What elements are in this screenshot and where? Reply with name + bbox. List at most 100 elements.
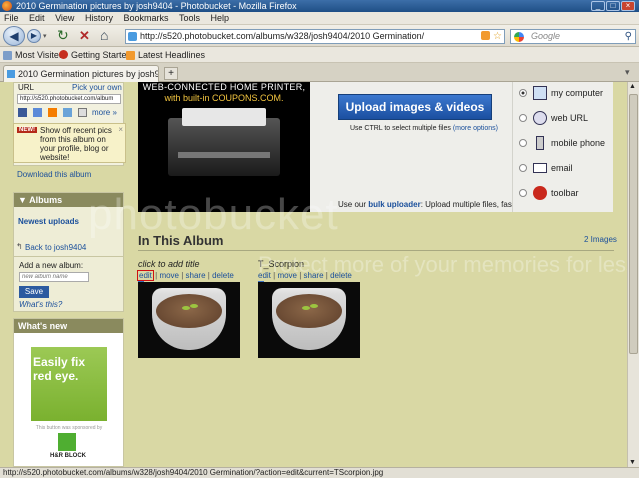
album-divider: [138, 250, 614, 251]
thumb-photo[interactable]: [138, 282, 240, 358]
source-label: toolbar: [551, 188, 579, 198]
radio-email[interactable]: [519, 164, 527, 172]
home-icon[interactable]: ⌂: [100, 27, 108, 43]
ad-line1: WEB-CONNECTED HOME PRINTER,: [142, 82, 306, 92]
scroll-down-icon[interactable]: ▼: [629, 459, 636, 466]
sprout-shape: [310, 304, 318, 308]
ctrl-hint: Use CTRL to select multiple files (more …: [350, 125, 498, 132]
list-all-tabs-icon[interactable]: ▾: [625, 67, 630, 78]
new-tab-button[interactable]: +: [164, 67, 178, 80]
hr-block-logo-icon[interactable]: [58, 433, 76, 451]
radio-mobile-phone[interactable]: [519, 139, 527, 147]
soil-shape: [156, 294, 222, 328]
myspace-icon[interactable]: [33, 108, 42, 117]
email-share-icon[interactable]: [78, 108, 87, 117]
search-icon[interactable]: ⚲: [625, 30, 632, 43]
back-to-user-link[interactable]: Back to josh9404: [25, 243, 86, 252]
album-thumb-1: click to add title edit | move | share |…: [137, 259, 240, 358]
tab-bar: 2010 Germination pictures by josh94... +…: [0, 63, 639, 82]
bookmark-latest-headlines[interactable]: Latest Headlines: [138, 47, 205, 63]
close-button[interactable]: ×: [621, 1, 635, 11]
vertical-scrollbar[interactable]: ▲ ▼: [627, 82, 639, 467]
thumb-title[interactable]: click to add title: [138, 259, 240, 271]
phone-icon: [536, 136, 544, 150]
bulk-uploader-line: Use our bulk uploader: Upload multiple f…: [338, 200, 516, 209]
latest-headlines-icon: [126, 51, 135, 60]
menu-tools[interactable]: Tools: [179, 13, 200, 23]
watermark-tagline: Protect more of your memories for less!: [258, 252, 627, 277]
pick-your-own-link[interactable]: Pick your own: [72, 83, 122, 92]
rss-icon[interactable]: [481, 31, 490, 40]
add-album-label: Add a new album:: [19, 261, 84, 270]
stop-icon[interactable]: ✕: [79, 28, 90, 44]
whats-new-header: What's new: [14, 319, 123, 333]
forward-button[interactable]: ▶: [27, 29, 41, 43]
facebook-icon[interactable]: [18, 108, 27, 117]
source-email[interactable]: email: [519, 159, 619, 177]
red-eye-promo[interactable]: Easily fix red eye.: [31, 347, 107, 421]
image-count-link[interactable]: 2 Images: [584, 235, 617, 244]
maximize-button[interactable]: □: [606, 1, 620, 11]
menu-edit[interactable]: Edit: [29, 13, 45, 23]
more-options-link[interactable]: (more options): [453, 125, 498, 132]
radio-my-computer[interactable]: [519, 89, 527, 97]
source-my-computer[interactable]: my computer: [519, 84, 619, 102]
blogger-icon[interactable]: [48, 108, 57, 117]
bulk-pre-text: Use our: [338, 200, 367, 209]
bookmark-most-visited[interactable]: Most Visited: [15, 47, 64, 63]
close-tip-icon[interactable]: ×: [118, 125, 123, 134]
thumb-actions: edit | move | share | delete: [137, 270, 240, 289]
share-link[interactable]: share: [186, 271, 206, 280]
printer-tray: [178, 152, 270, 158]
source-label: my computer: [551, 88, 604, 98]
tab-photobucket[interactable]: 2010 Germination pictures by josh94...: [3, 65, 159, 82]
menu-help[interactable]: Help: [211, 13, 230, 23]
whats-this-link[interactable]: What's this?: [19, 300, 62, 309]
collapse-icon[interactable]: ▼: [18, 195, 29, 205]
source-label: email: [551, 163, 573, 173]
share-links-box: URL Pick your own http://s520.photobucke…: [13, 82, 126, 166]
edit-link[interactable]: edit: [137, 270, 154, 281]
more-share-link[interactable]: more »: [92, 108, 117, 117]
bookmark-star-icon[interactable]: ☆: [493, 30, 502, 43]
left-sidebar: URL Pick your own http://s520.photobucke…: [13, 82, 126, 467]
address-bar[interactable]: http://s520.photobucket.com/albums/w328/…: [125, 29, 505, 44]
source-label: web URL: [551, 113, 589, 123]
radio-web-url[interactable]: [519, 114, 527, 122]
source-web-url[interactable]: web URL: [519, 109, 619, 127]
radio-toolbar[interactable]: [519, 189, 527, 197]
album-url-field[interactable]: http://s520.photobucket.com/album: [17, 94, 121, 104]
google-icon: [514, 32, 524, 42]
globe-icon: [533, 111, 547, 125]
thumb-photo[interactable]: [258, 282, 360, 358]
save-album-button[interactable]: Save: [19, 286, 49, 298]
source-toolbar[interactable]: toolbar: [519, 184, 619, 202]
envelope-icon: [533, 163, 547, 173]
menu-file[interactable]: File: [4, 13, 19, 23]
new-album-name-input[interactable]: [19, 272, 89, 282]
reload-icon[interactable]: ↻: [57, 27, 69, 44]
bookmark-getting-started[interactable]: Getting Started: [71, 47, 132, 63]
delete-link[interactable]: delete: [212, 271, 234, 280]
bulk-uploader-link[interactable]: bulk uploader: [368, 200, 420, 209]
move-link[interactable]: move: [159, 271, 179, 280]
menu-history[interactable]: History: [85, 13, 113, 23]
scroll-up-icon[interactable]: ▲: [629, 83, 636, 90]
newest-uploads-link[interactable]: Newest uploads: [18, 217, 79, 226]
minimize-button[interactable]: _: [591, 1, 605, 11]
printer-image: [168, 108, 280, 176]
search-bar[interactable]: Google ⚲: [510, 29, 636, 44]
menu-view[interactable]: View: [55, 13, 74, 23]
sprout-shape: [190, 304, 198, 308]
history-dropdown-icon[interactable]: ▾: [43, 32, 47, 40]
upload-button[interactable]: Upload images & videos: [338, 94, 492, 120]
source-mobile-phone[interactable]: mobile phone: [519, 134, 619, 152]
menu-bookmarks[interactable]: Bookmarks: [123, 13, 168, 23]
scrollbar-thumb[interactable]: [629, 94, 638, 354]
promo-text: Easily fix red eye.: [33, 355, 86, 383]
address-text: http://s520.photobucket.com/albums/w328/…: [140, 31, 425, 41]
status-bar: http://s520.photobucket.com/albums/w328/…: [0, 467, 639, 478]
back-button[interactable]: ◀: [3, 26, 25, 46]
link-icon[interactable]: [63, 108, 72, 117]
download-album-link[interactable]: Download this album: [17, 170, 91, 179]
